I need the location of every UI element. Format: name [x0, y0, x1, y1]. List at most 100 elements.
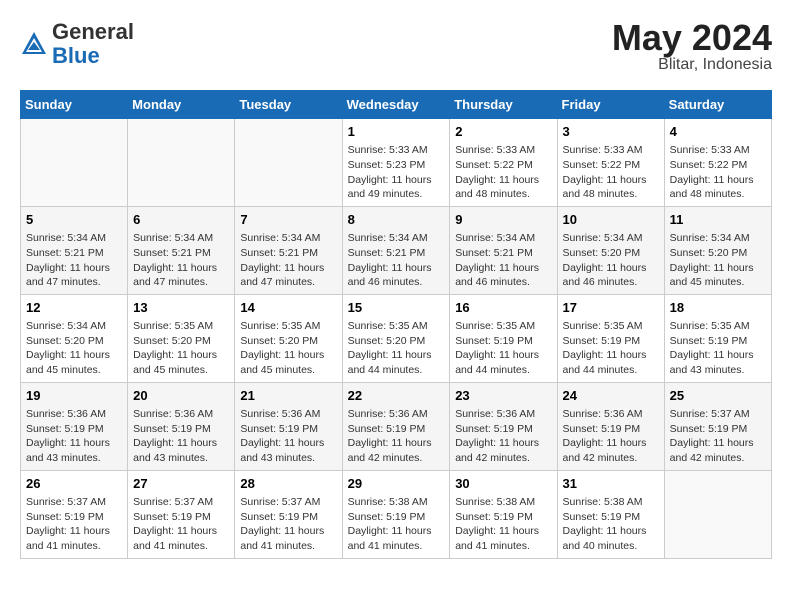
day-info: Sunrise: 5:37 AMSunset: 5:19 PMDaylight:… [26, 495, 122, 554]
calendar-week-row: 1Sunrise: 5:33 AMSunset: 5:23 PMDaylight… [21, 119, 772, 207]
calendar-table: SundayMondayTuesdayWednesdayThursdayFrid… [20, 90, 772, 559]
day-info: Sunrise: 5:34 AMSunset: 5:20 PMDaylight:… [563, 231, 659, 290]
calendar-week-row: 12 Sunrise: 5:34 AMSunset: 5:20 PMDayligh… [21, 294, 772, 382]
day-info: Sunrise: 5:36 AMSunset: 5:19 PMDaylight:… [348, 407, 445, 466]
day-info: Sunrise: 5:36 AMSunset: 5:19 PMDaylight:… [563, 407, 659, 466]
calendar-week-row: 26 Sunrise: 5:37 AMSunset: 5:19 PMDayligh… [21, 470, 772, 558]
day-number: 16 [455, 299, 551, 317]
calendar-cell: 10 Sunrise: 5:34 AMSunset: 5:20 PMDayligh… [557, 206, 664, 294]
calendar-cell: 31 Sunrise: 5:38 AMSunset: 5:19 PMDayligh… [557, 470, 664, 558]
day-number: 19 [26, 387, 122, 405]
day-info: Sunrise: 5:37 AMSunset: 5:19 PMDaylight:… [670, 407, 766, 466]
column-header-thursday: Thursday [450, 91, 557, 119]
calendar-cell: 9Sunrise: 5:34 AMSunset: 5:21 PMDaylight… [450, 206, 557, 294]
title-block: May 2024 Blitar, Indonesia [612, 20, 772, 74]
calendar-cell: 17 Sunrise: 5:35 AMSunset: 5:19 PMDayligh… [557, 294, 664, 382]
calendar-cell [235, 119, 342, 207]
day-number: 29 [348, 475, 445, 493]
calendar-cell: 1Sunrise: 5:33 AMSunset: 5:23 PMDaylight… [342, 119, 450, 207]
calendar-cell: 16 Sunrise: 5:35 AMSunset: 5:19 PMDayligh… [450, 294, 557, 382]
calendar-cell: 6Sunrise: 5:34 AMSunset: 5:21 PMDaylight… [128, 206, 235, 294]
day-info: Sunrise: 5:36 AMSunset: 5:19 PMDaylight:… [240, 407, 336, 466]
day-info: Sunrise: 5:38 AMSunset: 5:19 PMDaylight:… [455, 495, 551, 554]
day-number: 2 [455, 123, 551, 141]
day-number: 5 [26, 211, 122, 229]
calendar-cell: 28Sunrise: 5:37 AMSunset: 5:19 PMDayligh… [235, 470, 342, 558]
calendar-header-row: SundayMondayTuesdayWednesdayThursdayFrid… [21, 91, 772, 119]
day-number: 23 [455, 387, 551, 405]
day-number: 17 [563, 299, 659, 317]
day-info: Sunrise: 5:35 AMSunset: 5:19 PMDaylight:… [670, 319, 766, 378]
calendar-cell [664, 470, 771, 558]
day-info: Sunrise: 5:34 AMSunset: 5:21 PMDaylight:… [240, 231, 336, 290]
day-number: 15 [348, 299, 445, 317]
month-title: May 2024 [612, 20, 772, 56]
day-info: Sunrise: 5:34 AMSunset: 5:20 PMDaylight:… [26, 319, 122, 378]
day-number: 13 [133, 299, 229, 317]
day-info: Sunrise: 5:33 AMSunset: 5:23 PMDaylight:… [348, 143, 445, 202]
day-number: 21 [240, 387, 336, 405]
day-info: Sunrise: 5:38 AMSunset: 5:19 PMDaylight:… [563, 495, 659, 554]
day-info: Sunrise: 5:35 AMSunset: 5:19 PMDaylight:… [455, 319, 551, 378]
day-info: Sunrise: 5:34 AMSunset: 5:21 PMDaylight:… [26, 231, 122, 290]
calendar-cell: 2Sunrise: 5:33 AMSunset: 5:22 PMDaylight… [450, 119, 557, 207]
logo-general-text: General [52, 19, 134, 44]
calendar-cell: 29 Sunrise: 5:38 AMSunset: 5:19 PMDayligh… [342, 470, 450, 558]
day-number: 26 [26, 475, 122, 493]
day-number: 24 [563, 387, 659, 405]
day-info: Sunrise: 5:37 AMSunset: 5:19 PMDaylight:… [133, 495, 229, 554]
calendar-cell: 8 Sunrise: 5:34 AMSunset: 5:21 PMDaylight… [342, 206, 450, 294]
column-header-wednesday: Wednesday [342, 91, 450, 119]
day-number: 10 [563, 211, 659, 229]
day-info: Sunrise: 5:33 AMSunset: 5:22 PMDaylight:… [670, 143, 766, 202]
day-info: Sunrise: 5:34 AMSunset: 5:21 PMDaylight:… [455, 231, 551, 290]
day-number: 14 [240, 299, 336, 317]
day-number: 18 [670, 299, 766, 317]
day-info: Sunrise: 5:35 AMSunset: 5:19 PMDaylight:… [563, 319, 659, 378]
calendar-cell: 20Sunrise: 5:36 AMSunset: 5:19 PMDayligh… [128, 382, 235, 470]
column-header-sunday: Sunday [21, 91, 128, 119]
logo-blue-text: Blue [52, 43, 100, 68]
calendar-cell: 23Sunrise: 5:36 AMSunset: 5:19 PMDayligh… [450, 382, 557, 470]
calendar-cell: 30 Sunrise: 5:38 AMSunset: 5:19 PMDayligh… [450, 470, 557, 558]
column-header-tuesday: Tuesday [235, 91, 342, 119]
day-info: Sunrise: 5:37 AMSunset: 5:19 PMDaylight:… [240, 495, 336, 554]
day-number: 30 [455, 475, 551, 493]
calendar-cell: 21 Sunrise: 5:36 AMSunset: 5:19 PMDayligh… [235, 382, 342, 470]
day-number: 11 [670, 211, 766, 229]
day-info: Sunrise: 5:35 AMSunset: 5:20 PMDaylight:… [133, 319, 229, 378]
day-info: Sunrise: 5:38 AMSunset: 5:19 PMDaylight:… [348, 495, 445, 554]
day-number: 31 [563, 475, 659, 493]
day-number: 22 [348, 387, 445, 405]
day-number: 4 [670, 123, 766, 141]
day-info: Sunrise: 5:34 AMSunset: 5:20 PMDaylight:… [670, 231, 766, 290]
calendar-cell: 3Sunrise: 5:33 AMSunset: 5:22 PMDaylight… [557, 119, 664, 207]
calendar-week-row: 5 Sunrise: 5:34 AMSunset: 5:21 PMDaylight… [21, 206, 772, 294]
day-info: Sunrise: 5:35 AMSunset: 5:20 PMDaylight:… [240, 319, 336, 378]
calendar-cell: 22 Sunrise: 5:36 AMSunset: 5:19 PMDayligh… [342, 382, 450, 470]
calendar-cell: 7Sunrise: 5:34 AMSunset: 5:21 PMDaylight… [235, 206, 342, 294]
calendar-cell: 11 Sunrise: 5:34 AMSunset: 5:20 PMDayligh… [664, 206, 771, 294]
logo: General Blue [20, 20, 134, 68]
day-number: 12 [26, 299, 122, 317]
day-number: 8 [348, 211, 445, 229]
location: Blitar, Indonesia [612, 56, 772, 74]
day-number: 20 [133, 387, 229, 405]
day-info: Sunrise: 5:34 AMSunset: 5:21 PMDaylight:… [133, 231, 229, 290]
day-number: 27 [133, 475, 229, 493]
day-info: Sunrise: 5:36 AMSunset: 5:19 PMDaylight:… [26, 407, 122, 466]
calendar-cell: 26 Sunrise: 5:37 AMSunset: 5:19 PMDayligh… [21, 470, 128, 558]
calendar-cell: 18 Sunrise: 5:35 AMSunset: 5:19 PMDayligh… [664, 294, 771, 382]
calendar-cell [21, 119, 128, 207]
calendar-cell: 27 Sunrise: 5:37 AMSunset: 5:19 PMDayligh… [128, 470, 235, 558]
column-header-friday: Friday [557, 91, 664, 119]
day-info: Sunrise: 5:34 AMSunset: 5:21 PMDaylight:… [348, 231, 445, 290]
calendar-cell: 14 Sunrise: 5:35 AMSunset: 5:20 PMDayligh… [235, 294, 342, 382]
logo-icon [20, 30, 48, 58]
calendar-cell: 12 Sunrise: 5:34 AMSunset: 5:20 PMDayligh… [21, 294, 128, 382]
calendar-cell: 15Sunrise: 5:35 AMSunset: 5:20 PMDayligh… [342, 294, 450, 382]
column-header-saturday: Saturday [664, 91, 771, 119]
calendar-cell: 5 Sunrise: 5:34 AMSunset: 5:21 PMDaylight… [21, 206, 128, 294]
calendar-cell: 13 Sunrise: 5:35 AMSunset: 5:20 PMDayligh… [128, 294, 235, 382]
day-info: Sunrise: 5:33 AMSunset: 5:22 PMDaylight:… [563, 143, 659, 202]
